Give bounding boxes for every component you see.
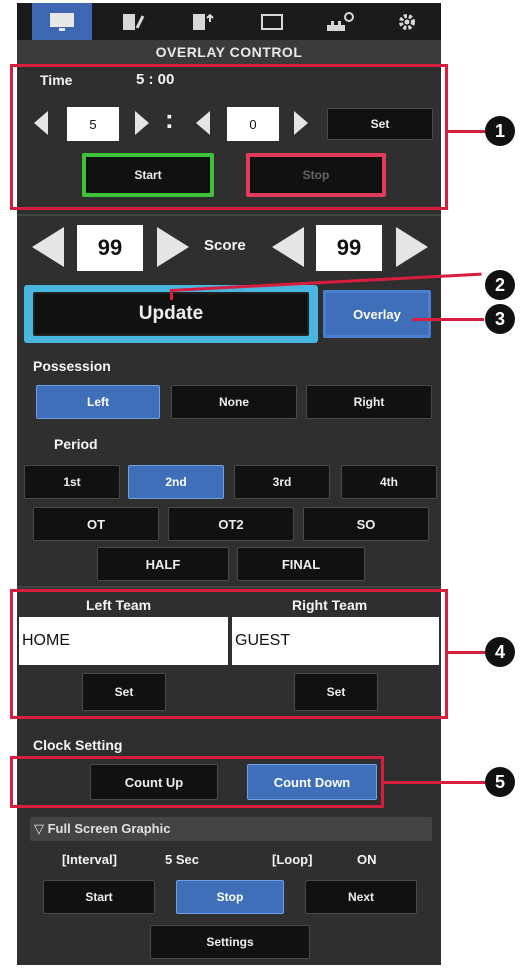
fullscreen-next-button[interactable]: Next [305, 880, 417, 914]
tab-screen[interactable] [242, 3, 302, 41]
network-gear-icon [327, 12, 354, 31]
callout-4-leader [448, 651, 486, 654]
period-2nd-button[interactable]: 2nd [128, 465, 224, 499]
callout-5-leader [384, 781, 486, 784]
screen-icon [261, 14, 283, 30]
period-half-button[interactable]: HALF [97, 547, 229, 581]
period-label: Period [54, 436, 98, 452]
right-score-increment-button[interactable] [396, 227, 428, 267]
clock-section-highlight [10, 756, 384, 808]
callout-4: 4 [485, 637, 515, 667]
callout-3: 3 [485, 304, 515, 334]
left-score-input[interactable]: 99 [77, 225, 143, 271]
tab-network[interactable] [310, 3, 370, 41]
divider [17, 586, 441, 588]
document-edit-icon [123, 14, 145, 30]
fullscreen-settings-button[interactable]: Settings [150, 925, 310, 959]
period-final-button[interactable]: FINAL [237, 547, 365, 581]
right-score-decrement-button[interactable] [272, 227, 304, 267]
overlay-button[interactable]: Overlay [323, 290, 431, 338]
document-upload-icon [193, 13, 214, 30]
period-ot2-button[interactable]: OT2 [168, 507, 294, 541]
period-so-button[interactable]: SO [303, 507, 429, 541]
divider [17, 214, 441, 216]
right-score-input[interactable]: 99 [316, 225, 382, 271]
monitor-icon [50, 13, 74, 31]
loop-value: ON [357, 852, 377, 867]
page-title: OVERLAY CONTROL [17, 40, 441, 64]
interval-label: [Interval] [62, 852, 117, 867]
callout-1-leader [448, 130, 486, 133]
tab-bar [17, 3, 441, 41]
callout-5: 5 [485, 767, 515, 797]
time-section-highlight [10, 64, 448, 210]
left-score-increment-button[interactable] [157, 227, 189, 267]
period-1st-button[interactable]: 1st [24, 465, 120, 499]
possession-none-button[interactable]: None [171, 385, 297, 419]
tab-upload[interactable] [172, 3, 232, 41]
left-score-decrement-button[interactable] [32, 227, 64, 267]
gear-icon [399, 14, 415, 30]
callout-1: 1 [485, 116, 515, 146]
teams-section-highlight [10, 589, 448, 719]
fullscreen-start-button[interactable]: Start [43, 880, 155, 914]
possession-label: Possession [33, 358, 111, 374]
period-3rd-button[interactable]: 3rd [234, 465, 330, 499]
clock-setting-label: Clock Setting [33, 737, 123, 753]
callout-2: 2 [485, 270, 515, 300]
period-ot-button[interactable]: OT [33, 507, 159, 541]
possession-left-button[interactable]: Left [36, 385, 160, 419]
interval-value: 5 Sec [165, 852, 199, 867]
fullscreen-graphic-label: ▽ Full Screen Graphic [34, 821, 171, 836]
tab-monitor[interactable] [32, 3, 92, 41]
loop-label: [Loop] [272, 852, 313, 867]
possession-right-button[interactable]: Right [306, 385, 432, 419]
tab-settings[interactable] [377, 3, 437, 41]
tab-edit[interactable] [102, 3, 162, 41]
callout-3-leader [412, 318, 484, 321]
score-label: Score [204, 237, 246, 254]
fullscreen-stop-button[interactable]: Stop [176, 880, 284, 914]
period-4th-button[interactable]: 4th [341, 465, 437, 499]
